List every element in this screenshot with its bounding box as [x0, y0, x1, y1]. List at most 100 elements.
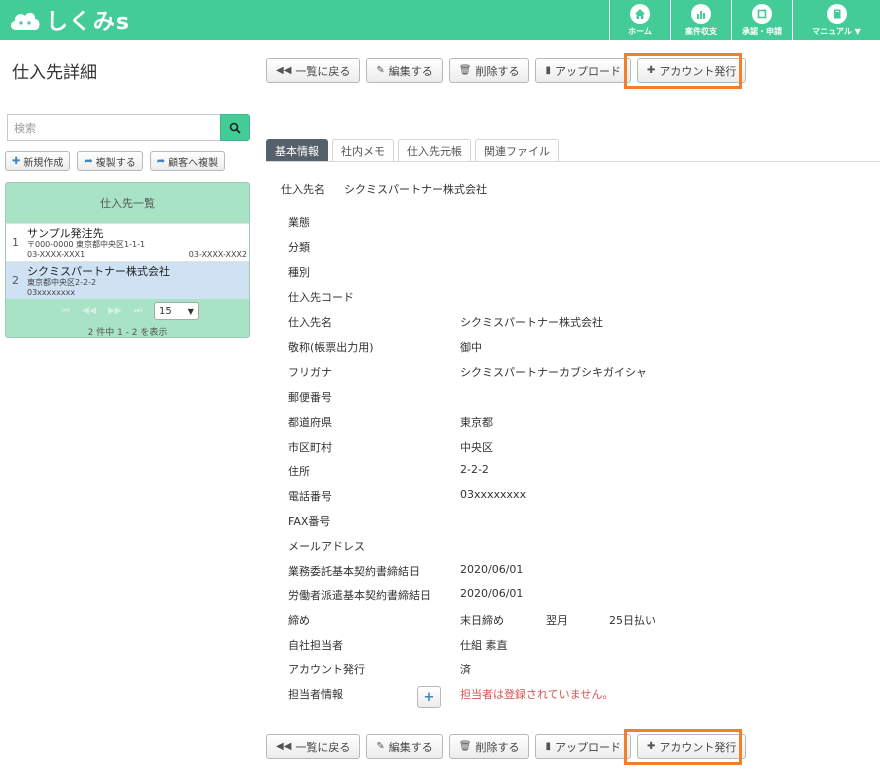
copy-to-customer-button[interactable]: ➦ 顧客へ複製	[149, 151, 226, 171]
main-nav: ホーム 案件収支 承認・申請 マニュアル ▼	[609, 0, 880, 40]
edit-label: 編集する	[388, 64, 433, 78]
refresh-icon	[752, 3, 772, 24]
file-icon: ▮	[545, 65, 551, 76]
nav-manual[interactable]: マニュアル ▼	[792, 0, 880, 40]
chevron-down-icon: ▼	[187, 306, 194, 316]
row-number: 2	[12, 274, 19, 287]
field-label-vendor-code: 仕入先コード	[288, 291, 354, 304]
field-value-staff-in-charge: 仕組 素直	[460, 639, 508, 652]
plus-icon: +	[423, 689, 435, 705]
field-value-payment-day: 25日払い	[609, 614, 656, 627]
field-value-vendor-name: シクミスパートナー株式会社	[460, 316, 603, 329]
duplicate-button[interactable]: ➦ 複製する	[77, 151, 143, 171]
page-title: 仕入先詳細	[12, 63, 97, 83]
nav-home-label: ホーム	[628, 26, 652, 36]
field-label-prefecture: 都道府県	[288, 416, 332, 429]
plus-icon: ✚	[12, 155, 21, 167]
row-phone: 03-XXXX-XXX1	[27, 250, 86, 259]
back-to-list-button[interactable]: ◀◀ 一覧に戻る	[266, 734, 361, 759]
app-logo[interactable]: しくみs	[8, 6, 130, 35]
share-arrow-icon: ➦	[84, 155, 93, 167]
tabs-divider	[266, 161, 880, 162]
row-fax: 03-XXXX-XXX2	[188, 250, 247, 259]
file-icon: ▮	[545, 741, 551, 752]
list-item[interactable]: 1 サンプル発注先 〒000-0000 東京都中央区1-1-1 03-XXXX-…	[6, 223, 249, 261]
list-item-selected[interactable]: 2 シクミスパートナー株式会社 東京都中央区2-2-2 03xxxxxxxx	[6, 261, 249, 299]
bar-chart-icon	[691, 3, 711, 24]
delete-label: 削除する	[475, 64, 520, 78]
row-phone: 03xxxxxxxx	[27, 288, 76, 297]
new-label: 新規作成	[23, 157, 64, 169]
field-label-address: 住所	[288, 465, 310, 478]
field-label-furigana: フリガナ	[288, 366, 332, 379]
upload-label: アップロード	[555, 64, 621, 78]
logo-text: しくみs	[46, 10, 130, 35]
pencil-icon: ✎	[376, 741, 385, 752]
field-label-phone: 電話番号	[288, 490, 332, 503]
tab-vendor-ledger[interactable]: 仕入先元帳	[398, 139, 471, 162]
nav-approval[interactable]: 承認・申請	[731, 0, 792, 40]
trash-icon: 🗑	[458, 741, 472, 752]
new-button[interactable]: ✚ 新規作成	[5, 151, 71, 171]
field-label-honorific: 敬称(帳票出力用)	[288, 341, 374, 354]
vendor-name-heading-value: シクミスパートナー株式会社	[344, 183, 487, 196]
pencil-icon: ✎	[376, 65, 385, 76]
nav-projects-label: 案件収支	[685, 26, 717, 36]
field-label-account-issued: アカウント発行	[288, 663, 365, 676]
row-address: 東京都中央区2-2-2	[27, 278, 97, 287]
edit-button[interactable]: ✎ 編集する	[366, 58, 443, 83]
tab-related-files[interactable]: 関連ファイル	[475, 139, 559, 162]
highlight-box-bottom	[624, 729, 742, 765]
nav-home[interactable]: ホーム	[609, 0, 670, 40]
detail-tabs: 基本情報 社内メモ 仕入先元帳 関連ファイル	[266, 139, 563, 162]
edit-button[interactable]: ✎ 編集する	[366, 734, 443, 759]
back-to-list-button[interactable]: ◀◀ 一覧に戻る	[266, 58, 361, 83]
search-button[interactable]	[220, 114, 250, 141]
field-label-fax: FAX番号	[288, 515, 331, 528]
field-label-outsourcing-contract-date: 業務委託基本契約書締結日	[288, 565, 420, 578]
trash-icon: 🗑	[458, 65, 472, 76]
back-to-list-label: 一覧に戻る	[295, 740, 351, 754]
field-label-postal-code: 郵便番号	[288, 391, 332, 404]
duplicate-label: 複製する	[95, 157, 136, 169]
add-contact-button[interactable]: +	[417, 686, 441, 708]
search-icon	[229, 122, 241, 134]
field-value-account-issued: 済	[460, 663, 471, 676]
last-page-icon[interactable]: ⏭	[134, 306, 142, 316]
copy-to-customer-label: 顧客へ複製	[168, 157, 219, 169]
upload-button[interactable]: ▮ アップロード	[535, 734, 631, 759]
field-label-staff-in-charge: 自社担当者	[288, 639, 343, 652]
app-header: しくみs ホーム 案件収支 承認・申請 マニュアル ▼	[0, 0, 880, 40]
search-input[interactable]: 検索	[7, 114, 220, 141]
page-size-select[interactable]: 15 ▼	[153, 302, 199, 320]
vendor-name-heading-label: 仕入先名	[281, 183, 325, 196]
sidebar-actions: ✚ 新規作成 ➦ 複製する ➦ 顧客へ複製	[5, 151, 232, 171]
tab-basic-info[interactable]: 基本情報	[266, 139, 328, 162]
field-label-vendor-name: 仕入先名	[288, 316, 332, 329]
next-page-icon[interactable]: ▶▶	[108, 306, 122, 316]
field-value-contact-info: 担当者は登録されていません。	[460, 688, 614, 701]
field-value-payment-month: 翌月	[546, 614, 568, 627]
nav-projects[interactable]: 案件収支	[670, 0, 731, 40]
first-page-icon[interactable]: ⏮	[62, 306, 70, 316]
field-value-closing: 末日締め	[460, 614, 504, 627]
upload-button[interactable]: ▮ アップロード	[535, 58, 631, 83]
delete-button[interactable]: 🗑 削除する	[448, 58, 530, 83]
home-icon	[630, 3, 650, 24]
vendor-list-panel: 仕入先一覧 1 サンプル発注先 〒000-0000 東京都中央区1-1-1 03…	[5, 182, 250, 338]
edit-label: 編集する	[388, 740, 433, 754]
delete-button[interactable]: 🗑 削除する	[448, 734, 530, 759]
field-value-city: 中央区	[460, 441, 493, 454]
prev-page-icon[interactable]: ◀◀	[82, 306, 96, 316]
upload-label: アップロード	[555, 740, 621, 754]
double-left-arrow-icon: ◀◀	[276, 741, 292, 752]
book-icon	[826, 3, 847, 24]
pager: ⏮ ◀◀ ▶▶ ⏭ 15 ▼	[6, 301, 249, 321]
field-value-honorific: 御中	[460, 341, 482, 354]
field-value-prefecture: 東京都	[460, 416, 493, 429]
field-value-furigana: シクミスパートナーカブシキガイシャ	[460, 366, 647, 379]
tab-internal-memo[interactable]: 社内メモ	[332, 139, 394, 162]
field-label-dispatch-contract-date: 労働者派遣基本契約書締結日	[288, 589, 431, 602]
field-value-address: 2-2-2	[460, 463, 489, 476]
field-value-outsourcing-contract-date: 2020/06/01	[460, 563, 524, 576]
